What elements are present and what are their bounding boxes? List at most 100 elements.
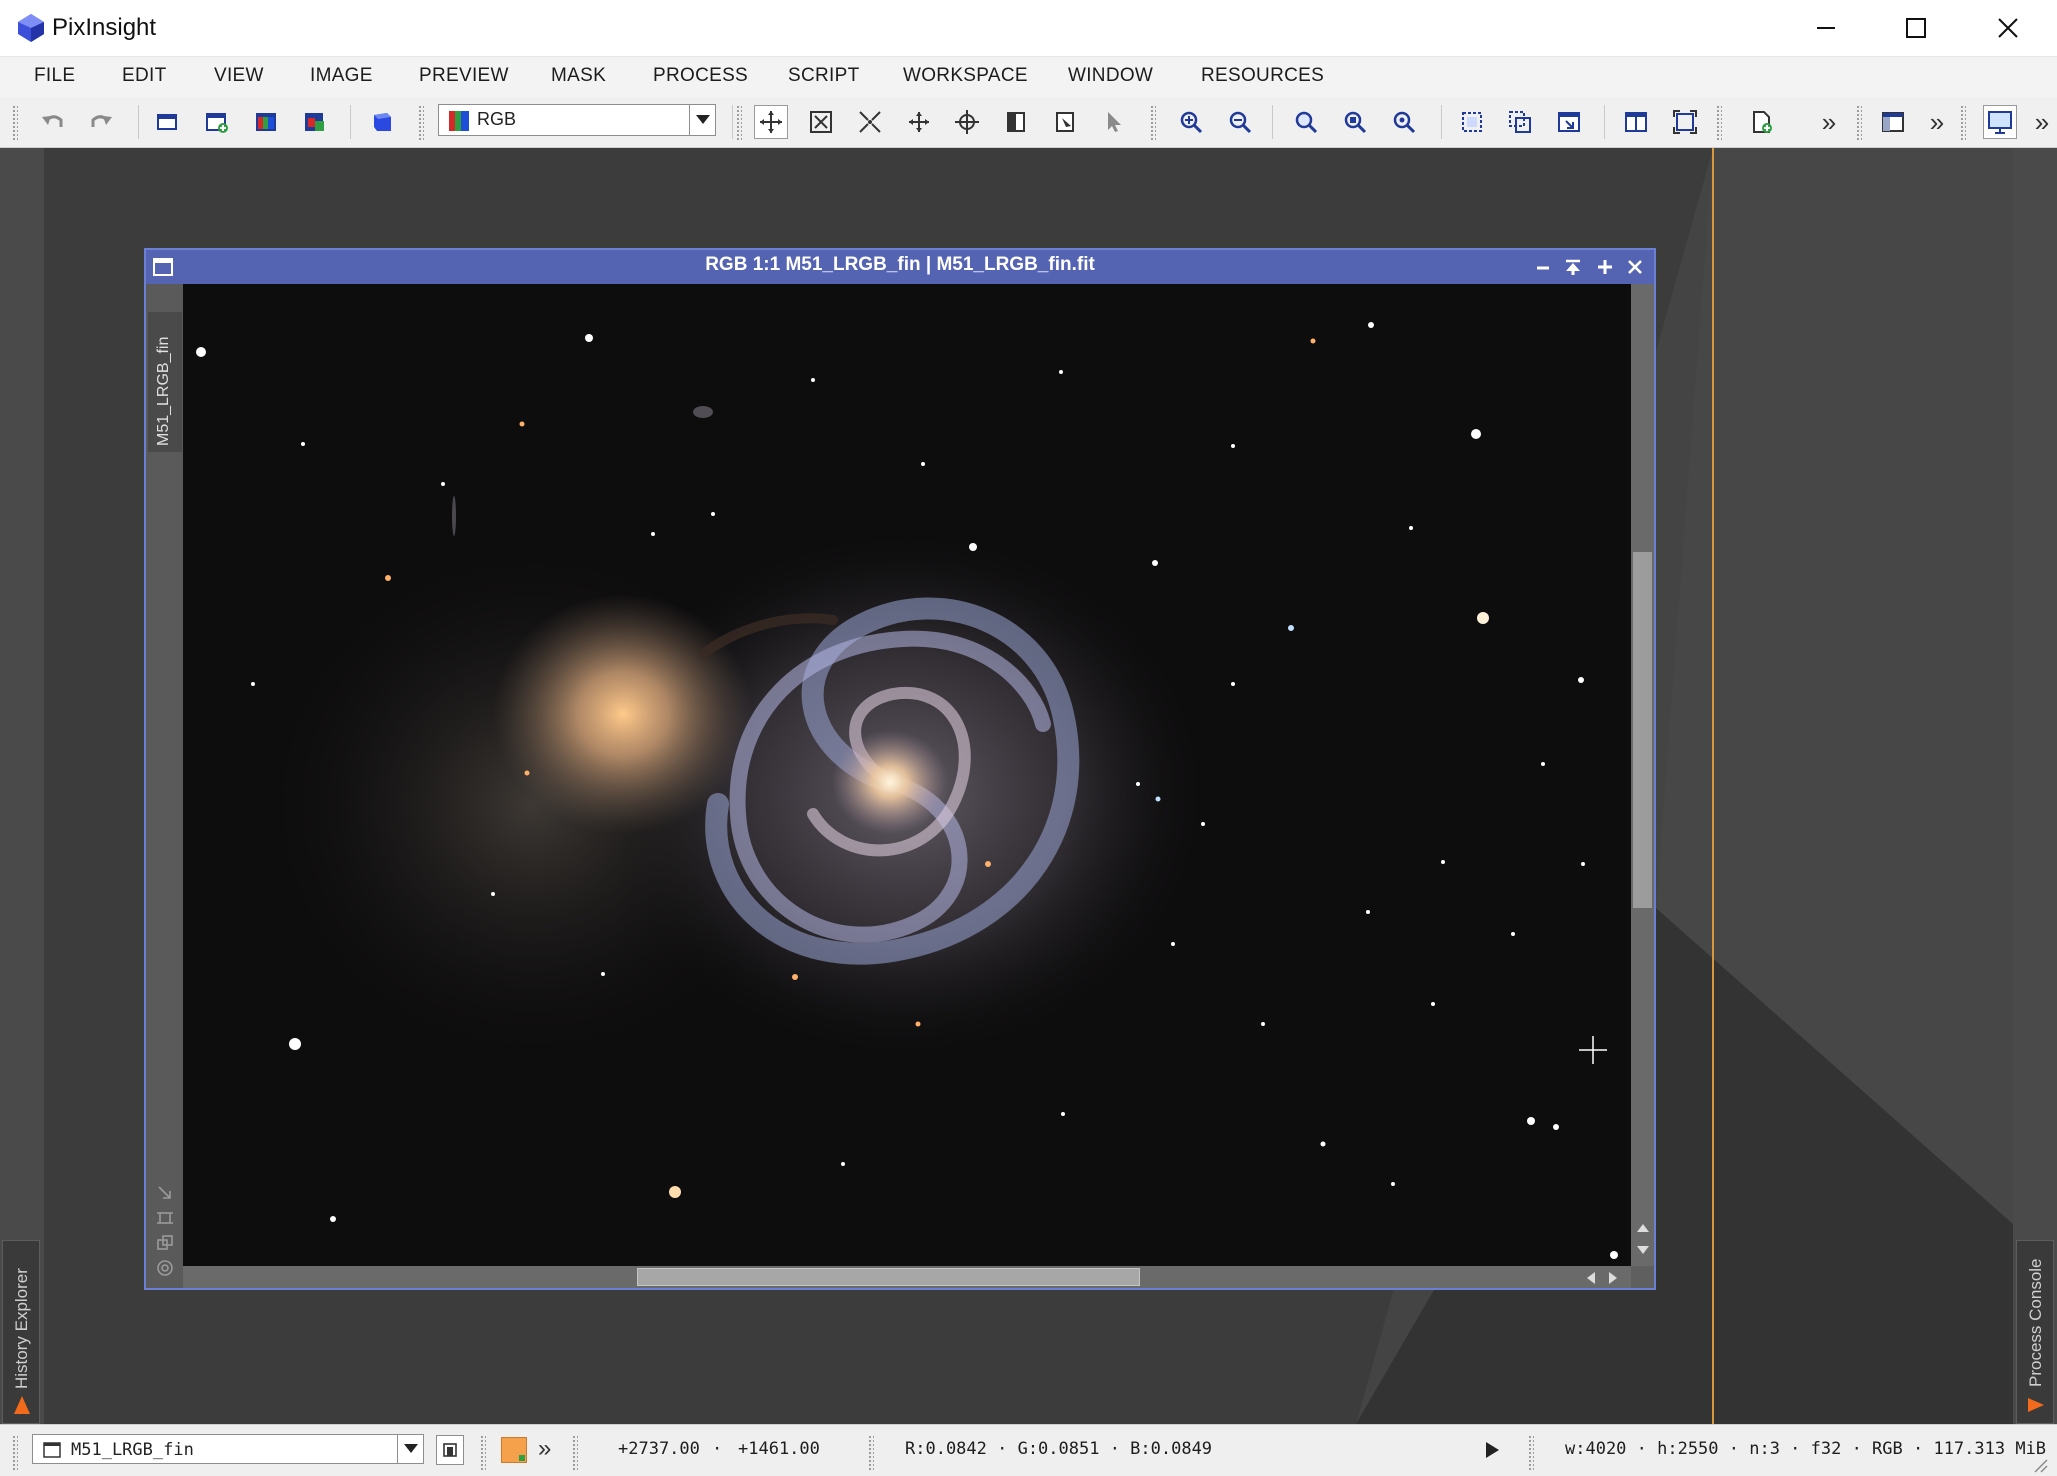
menu-script[interactable]: SCRIPT xyxy=(788,65,859,87)
center-target-icon xyxy=(955,110,979,134)
menu-mask[interactable]: MASK xyxy=(551,65,606,87)
clone-view-button[interactable] xyxy=(1503,105,1537,139)
zoom-in-button[interactable] xyxy=(1174,105,1208,139)
pixel-value-readout: R:0.0842 · G:0.0851 · B:0.0849 xyxy=(905,1439,1213,1459)
scroll-down-icon[interactable] xyxy=(1636,1244,1650,1256)
process-console-tab[interactable]: Process Console xyxy=(2016,1240,2054,1424)
menu-resources[interactable]: RESOURCES xyxy=(1201,65,1324,87)
menu-view[interactable]: VIEW xyxy=(214,65,264,87)
zoom-actual-icon xyxy=(1295,111,1318,134)
readout-mode-button[interactable] xyxy=(754,105,788,139)
statusbar-grip[interactable] xyxy=(1528,1435,1534,1471)
zoom-fit-button[interactable] xyxy=(1338,105,1372,139)
scroll-up-icon[interactable] xyxy=(1636,1222,1650,1234)
clone-icon[interactable] xyxy=(156,1234,174,1252)
menu-preview[interactable]: PREVIEW xyxy=(419,65,509,87)
tile-windows-button[interactable] xyxy=(1619,105,1653,139)
collapse-arrows-icon xyxy=(859,111,881,133)
vertical-scroll-thumb[interactable] xyxy=(1633,552,1652,908)
toolbar-overflow-button[interactable]: » xyxy=(1920,105,1954,139)
maximize-button[interactable] xyxy=(1870,0,1962,56)
image-canvas[interactable] xyxy=(183,284,1631,1266)
view-identifier-tab[interactable]: M51_LRGB_fin xyxy=(148,312,182,452)
window-close-icon[interactable] xyxy=(1626,258,1644,276)
explorer-panel-button[interactable] xyxy=(1876,105,1910,139)
pan-mode-button[interactable] xyxy=(902,105,936,139)
close-button[interactable] xyxy=(1962,0,2054,56)
fit-frame-icon xyxy=(1673,110,1697,134)
view-select[interactable]: M51_LRGB_fin xyxy=(32,1434,424,1464)
toolbar-grip[interactable] xyxy=(12,105,18,141)
toolbar-grip[interactable] xyxy=(1856,105,1862,141)
color-sample-swatch[interactable] xyxy=(501,1437,527,1463)
undo-button[interactable] xyxy=(36,105,70,139)
resize-grip-icon[interactable] xyxy=(2030,1455,2048,1473)
channel-select-dropdown[interactable] xyxy=(689,105,716,135)
restore-window-button[interactable] xyxy=(1552,105,1586,139)
toolbar-overflow-button[interactable]: » xyxy=(1812,105,1846,139)
zoom-1-1-button[interactable] xyxy=(1289,105,1323,139)
rgb-color-icon xyxy=(449,111,469,131)
menu-file[interactable]: FILE xyxy=(34,65,75,87)
status-overflow-icon[interactable]: » xyxy=(538,1435,551,1463)
window-shade-icon[interactable] xyxy=(1564,258,1582,276)
menu-edit[interactable]: EDIT xyxy=(122,65,166,87)
fit-window-button[interactable] xyxy=(1668,105,1702,139)
zoom-mode-button[interactable] xyxy=(804,105,838,139)
play-icon[interactable] xyxy=(1484,1441,1500,1459)
toolbar-grip[interactable] xyxy=(1960,105,1966,141)
image-window-titlebar[interactable]: RGB 1:1 M51_LRGB_fin | M51_LRGB_fin.fit xyxy=(146,250,1654,284)
view-select-dropdown[interactable] xyxy=(397,1435,424,1463)
menu-window[interactable]: WINDOW xyxy=(1068,65,1153,87)
image-info-readout: w:4020 · h:2550 · n:3 · f32 · RGB · 117.… xyxy=(1565,1439,2047,1459)
new-image-button[interactable] xyxy=(151,105,185,139)
readout-separator: · xyxy=(712,1439,723,1459)
stf-button[interactable] xyxy=(1455,105,1489,139)
toolbar-grip[interactable] xyxy=(418,105,424,141)
horizontal-scroll-thumb[interactable] xyxy=(637,1268,1140,1286)
open-image-button[interactable] xyxy=(200,105,234,139)
channel-select[interactable]: RGB xyxy=(438,104,716,136)
rgb-extract-button[interactable] xyxy=(298,105,332,139)
toolbar-overflow-button[interactable]: » xyxy=(2028,105,2056,139)
toolbar-grip[interactable] xyxy=(1716,105,1722,141)
statusbar-grip[interactable] xyxy=(868,1435,874,1471)
menu-workspace[interactable]: WORKSPACE xyxy=(903,65,1028,87)
rgb-image-button[interactable] xyxy=(249,105,283,139)
preview-half-icon xyxy=(1007,112,1025,132)
double-frame-icon xyxy=(1509,111,1531,133)
new-document-button[interactable] xyxy=(1745,105,1779,139)
fit-mode-button[interactable] xyxy=(853,105,887,139)
toolbar-grip[interactable] xyxy=(736,105,742,141)
redo-button[interactable] xyxy=(84,105,118,139)
channel-select-value: RGB xyxy=(477,109,517,129)
color-space-button[interactable] xyxy=(365,105,399,139)
window-minimize-icon[interactable] xyxy=(1534,259,1552,277)
zoom-fit-window-button[interactable] xyxy=(1387,105,1421,139)
arrow-down-right-icon[interactable] xyxy=(156,1184,174,1202)
edit-preview-button[interactable] xyxy=(1048,105,1082,139)
window-maximize-icon[interactable] xyxy=(1596,258,1614,276)
select-preview-button[interactable] xyxy=(1097,105,1131,139)
zoom-fit-icon xyxy=(1344,111,1367,134)
minimize-button[interactable] xyxy=(1780,0,1872,56)
workspace-monitor-button[interactable] xyxy=(1983,105,2017,139)
scroll-left-icon[interactable] xyxy=(1585,1271,1597,1285)
view-lock-button[interactable] xyxy=(436,1435,464,1465)
statusbar-grip[interactable] xyxy=(572,1435,578,1471)
toolbar-grip[interactable] xyxy=(1150,105,1156,141)
crop-icon[interactable] xyxy=(156,1209,174,1227)
statusbar-grip[interactable] xyxy=(480,1435,486,1471)
statusbar-grip[interactable] xyxy=(12,1435,18,1471)
view-select-value: M51_LRGB_fin xyxy=(71,1440,194,1460)
new-preview-button[interactable] xyxy=(999,105,1033,139)
center-mode-button[interactable] xyxy=(950,105,984,139)
target-icon[interactable] xyxy=(156,1259,174,1277)
history-explorer-tab[interactable]: History Explorer xyxy=(2,1240,40,1424)
panel-layout-icon xyxy=(1882,112,1904,132)
zoom-out-button[interactable] xyxy=(1223,105,1257,139)
menu-image[interactable]: IMAGE xyxy=(310,65,373,87)
menu-process[interactable]: PROCESS xyxy=(653,65,748,87)
monitor-icon xyxy=(1988,111,2012,134)
scroll-right-icon[interactable] xyxy=(1607,1271,1619,1285)
